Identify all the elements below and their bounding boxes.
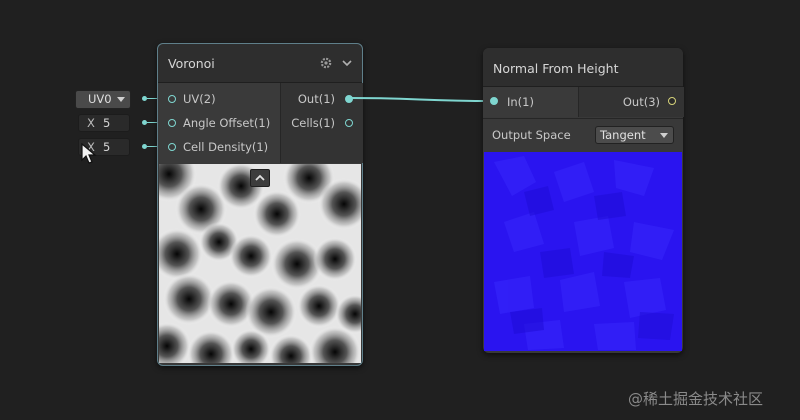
output-space-label: Output Space bbox=[492, 128, 571, 142]
output-space-row: Output Space Tangent bbox=[483, 118, 683, 151]
normal-from-height-node[interactable]: Normal From Height In(1) Out(3) Output S… bbox=[483, 48, 684, 353]
output-space-dropdown[interactable]: Tangent bbox=[595, 126, 674, 144]
normal-node-title: Normal From Height bbox=[493, 61, 619, 76]
watermark-text: @稀土掘金技术社区 bbox=[628, 390, 764, 408]
normal-out-label: Out(3) bbox=[622, 95, 660, 109]
chevron-down-icon bbox=[660, 133, 668, 138]
normal-preview bbox=[484, 152, 682, 351]
normal-out-port[interactable] bbox=[668, 97, 676, 105]
normal-outputs-panel: Out(3) bbox=[578, 87, 684, 117]
normal-in-port[interactable] bbox=[490, 97, 498, 105]
output-space-value: Tangent bbox=[600, 128, 646, 142]
normal-in-label: In(1) bbox=[507, 95, 534, 109]
normal-inputs-panel: In(1) bbox=[483, 87, 578, 117]
normal-node-header[interactable]: Normal From Height bbox=[483, 48, 683, 87]
